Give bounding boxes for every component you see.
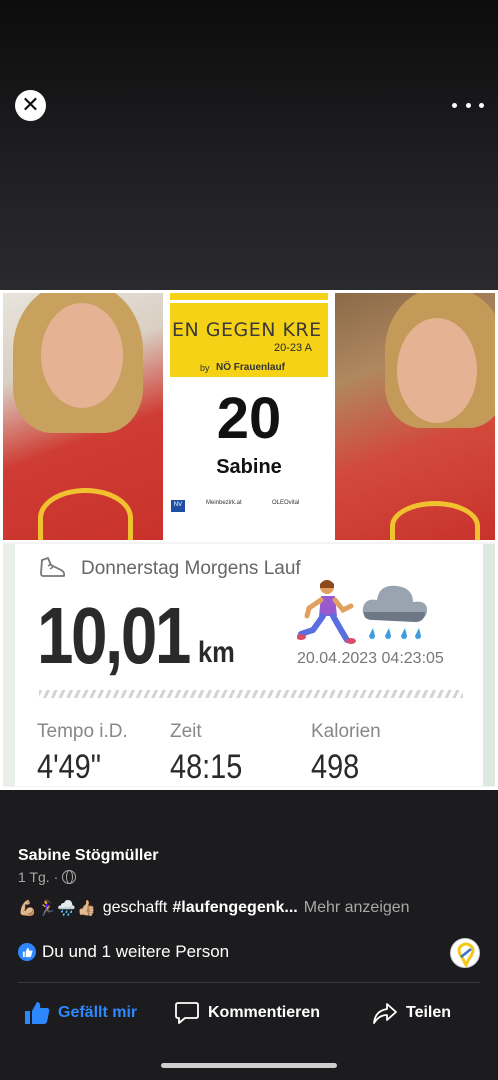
post-photo[interactable]: EN GEGEN KRE 20-23 A by NÖ Frauenlauf 20… [0,290,498,790]
post-meta: 1 Tg. · [18,869,77,885]
divider-dashes [39,690,463,698]
comment-icon [175,1002,199,1024]
author-name[interactable]: Sabine Stögmüller [18,847,158,865]
share-label: Teilen [406,1004,452,1021]
likes-text: Du und 1 weitere Person [42,942,230,961]
share-icon [373,1003,397,1024]
distance-value: 10,01 [37,591,191,680]
pace-value: 4'49" [37,748,102,786]
more-dot [452,102,457,108]
shirt-logo [390,501,480,540]
run-title: Donnerstag Morgens Lauf [81,558,301,579]
stats-edge [483,544,495,786]
bib-title: EN GEGEN KRE [172,319,322,341]
rain-cloud-icon [362,585,427,639]
distance-unit: km [198,636,235,669]
stats-panel: Donnerstag Morgens Lauf 10,01 km 20.04.2… [15,544,483,786]
comment-button[interactable]: Kommentieren [174,998,320,1028]
like-label: Gefällt mir [58,1004,138,1021]
selfie-photo-right [335,293,495,540]
bib-stripe [170,300,328,303]
time-value: 48:15 [170,748,243,786]
hashtag-link[interactable]: #laufengegenk... [172,899,297,917]
more-dot [479,102,484,108]
shoe-icon [40,557,66,577]
bib-number: 20 [216,386,282,451]
woman-running-icon [297,580,356,644]
face-shape [397,318,477,423]
more-dot [465,102,471,108]
selfie-photo-left [3,293,163,540]
bib-dates: 20-23 A [274,342,312,354]
post-details: Sabine Stögmüller 1 Tg. · 💪🏼🏃‍♀️🌧️👍🏼 ges… [0,830,498,1080]
time-label: Zeit [170,721,202,742]
divider [18,982,480,983]
calories-label: Kalorien [311,721,381,742]
caption-text: geschafft [102,899,168,916]
bib-name: Sabine [216,456,282,478]
ribbon-logo-icon [457,942,475,967]
home-indicator[interactable] [161,1063,337,1068]
race-bib: EN GEGEN KRE 20-23 A by NÖ Frauenlauf 20… [168,293,330,540]
pace-label: Tempo i.D. [37,721,128,742]
bib-by: by [200,363,210,373]
like-button[interactable]: Gefällt mir [24,998,137,1028]
show-more-link[interactable]: Mehr anzeigen [304,899,410,917]
run-stats-card: Donnerstag Morgens Lauf 10,01 km 20.04.2… [3,542,495,787]
bib-organizer: NÖ Frauenlauf [216,362,285,373]
shirt-logo [38,488,133,540]
caption-emojis: 💪🏼🏃‍♀️🌧️👍🏼 [18,900,97,917]
meta-separator: · [53,869,59,885]
run-datetime: 20.04.2023 04:23:05 [297,650,444,667]
close-button[interactable]: ✕ [15,90,46,121]
calories-value: 498 [311,748,360,786]
sponsor-logo: OLEOvital [272,500,300,506]
sponsor-logo: Meinbezirk.at [206,500,242,506]
close-icon: ✕ [21,92,40,118]
face-shape [41,303,123,408]
thumbs-up-icon [25,1002,50,1024]
avatar[interactable] [450,938,480,968]
globe-icon [62,870,77,884]
sponsor-logo: NV [171,500,185,512]
photo-viewer-header: ✕ [0,0,498,290]
post-caption: 💪🏼🏃‍♀️🌧️👍🏼 geschafft #laufengegenk... Me… [18,899,410,917]
share-button[interactable]: Teilen [372,998,451,1028]
post-age[interactable]: 1 Tg. [18,869,50,885]
like-reaction-icon [18,943,36,961]
stats-edge [3,544,15,786]
reactions-summary[interactable]: Du und 1 weitere Person [18,942,229,962]
comment-label: Kommentieren [208,1004,321,1021]
more-options-button[interactable] [452,95,484,115]
